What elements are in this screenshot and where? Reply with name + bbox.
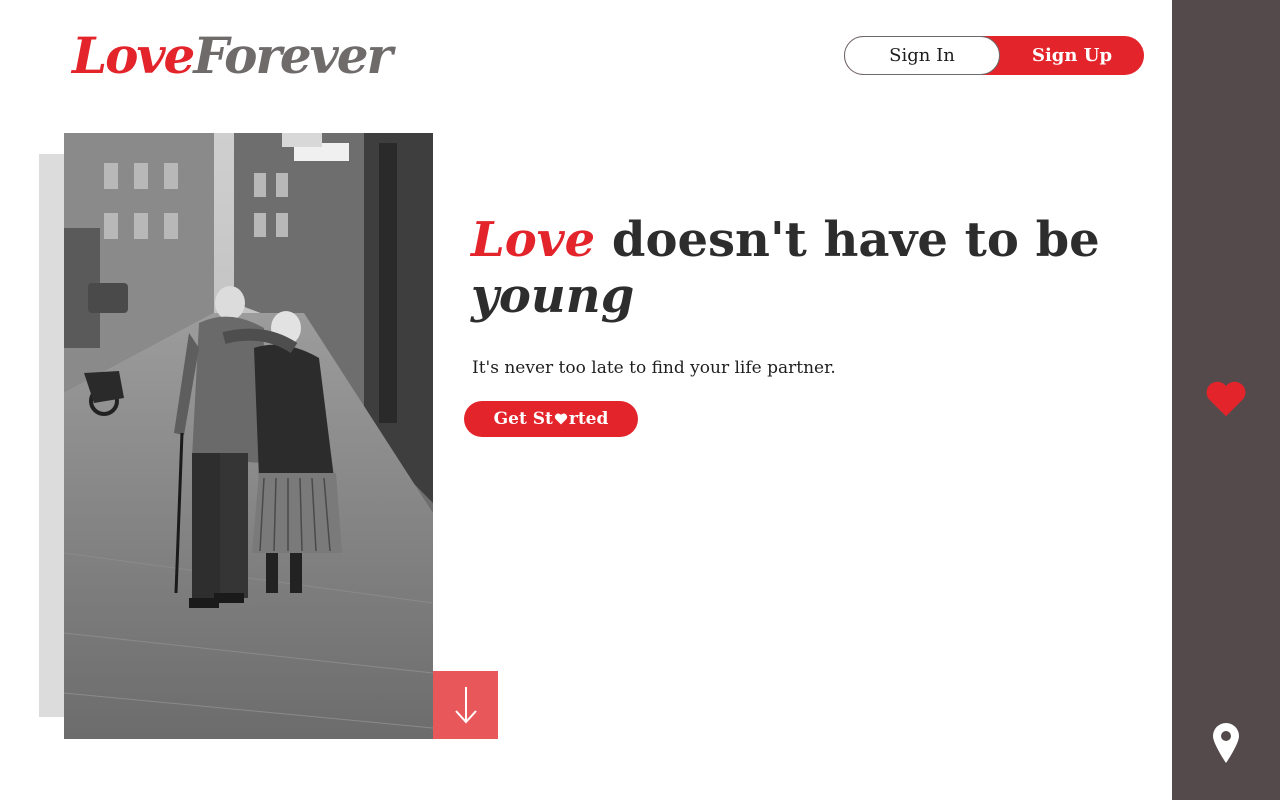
scroll-down-button[interactable] [433, 671, 498, 739]
auth-buttons: Sign In Sign Up [844, 36, 1144, 75]
sign-up-button[interactable]: Sign Up [1000, 36, 1144, 75]
elderly-couple-photo [64, 133, 433, 739]
heart-icon[interactable] [1205, 380, 1247, 418]
cta-prefix: Get St [493, 409, 553, 429]
hero-headline: Love doesn't have to be young [471, 212, 1151, 324]
headline-main: doesn't have to be [595, 212, 1100, 268]
logo-love: Love [72, 26, 195, 85]
hero-subtitle: It's never too late to find your life pa… [472, 358, 836, 378]
logo[interactable]: LoveForever [72, 26, 393, 86]
sign-in-button[interactable]: Sign In [844, 36, 1000, 75]
headline-accent: Love [471, 212, 596, 268]
arrow-down-icon [454, 687, 477, 724]
location-pin-icon[interactable] [1211, 722, 1241, 764]
get-started-button[interactable]: Get St rted [464, 401, 638, 437]
logo-forever: Forever [193, 26, 392, 85]
heart-icon [554, 413, 567, 425]
hero-photo [64, 133, 433, 739]
cta-suffix: rted [568, 409, 609, 429]
headline-second-line: young [471, 268, 635, 324]
